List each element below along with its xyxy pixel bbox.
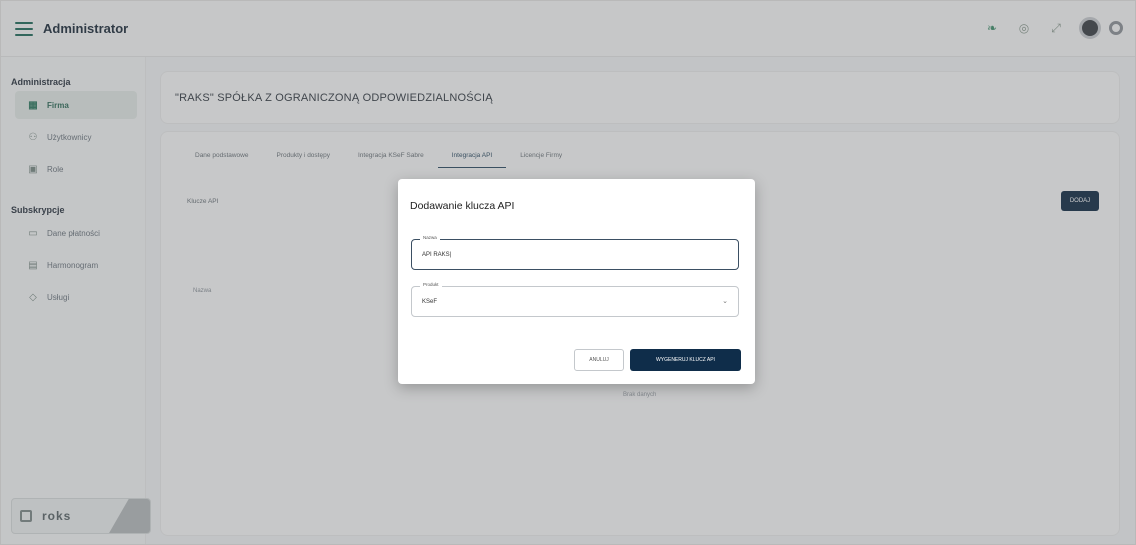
dialog-title: Dodawanie klucza API	[410, 200, 515, 212]
name-field-value[interactable]: API RAKS|	[422, 252, 451, 258]
generate-api-key-button[interactable]: WYGENERUJ KLUCZ API	[630, 349, 741, 371]
add-api-key-dialog: Dodawanie klucza API Nazwa API RAKS| Pro…	[398, 179, 755, 384]
name-field-label: Nazwa	[420, 235, 440, 240]
product-select[interactable]: Produkt KSeF ⌄	[411, 282, 739, 317]
product-select-value: KSeF	[422, 299, 438, 305]
cancel-button[interactable]: ANULUJ	[574, 349, 624, 371]
chevron-down-icon[interactable]: ⌄	[722, 297, 728, 305]
name-field[interactable]: Nazwa API RAKS|	[411, 235, 739, 270]
product-select-label: Produkt	[420, 282, 442, 287]
